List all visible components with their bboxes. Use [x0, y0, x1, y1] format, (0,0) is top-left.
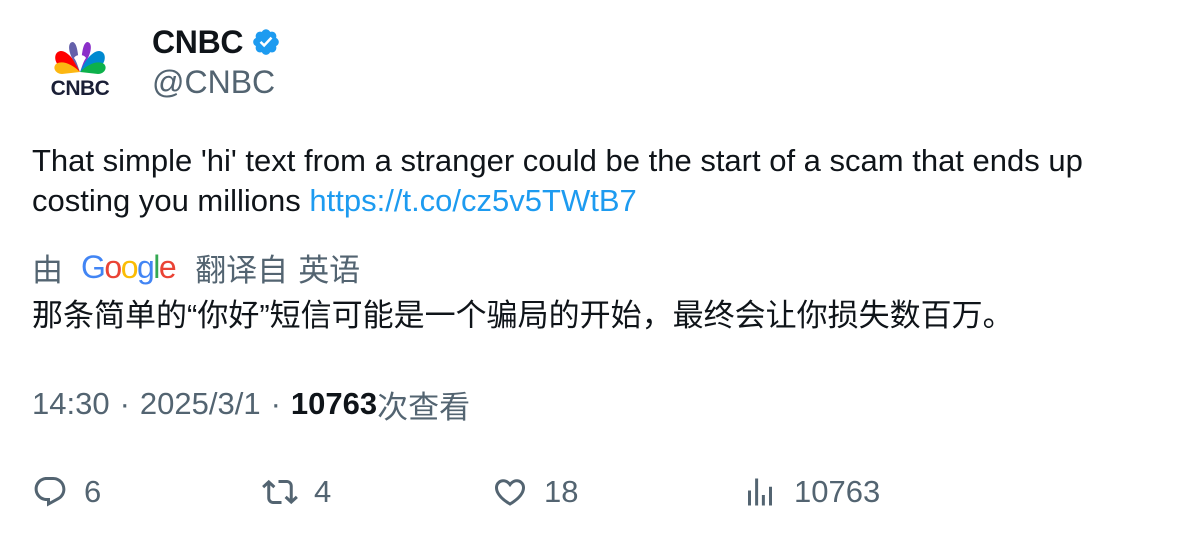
tweet-time[interactable]: 14:30	[32, 386, 110, 422]
translated-text: 那条简单的“你好”短信可能是一个骗局的开始，最终会让你损失数百万。	[32, 298, 1014, 333]
translated-by-label: 由	[32, 252, 63, 288]
analytics-icon	[748, 478, 772, 506]
retweet-count: 4	[314, 474, 332, 509]
reply-button[interactable]: 6	[32, 470, 101, 514]
meta-separator: ·	[119, 386, 130, 421]
like-count: 18	[544, 474, 579, 509]
views-count: 10763	[290, 386, 378, 421]
heart-icon	[494, 479, 526, 506]
views-button[interactable]: 10763	[742, 470, 880, 514]
tweet-text: That simple 'hi' text from a stranger co…	[32, 141, 1152, 221]
translation-attribution: 由 Google 翻译自 英语	[32, 247, 361, 288]
avatar-logo-text: CNBC	[50, 77, 110, 100]
avatar[interactable]: CNBC	[32, 20, 128, 116]
google-logo: Google	[81, 248, 177, 285]
display-name-row: CNBC	[152, 22, 281, 62]
author-names: CNBC @CNBC	[152, 22, 281, 101]
cnbc-peacock-logo-icon	[54, 42, 106, 74]
reply-icon	[34, 477, 66, 507]
like-button[interactable]: 18	[492, 470, 578, 514]
tweet-meta: 14:30 · 2025/3/1 · 10763 次查看	[32, 384, 471, 425]
display-name[interactable]: CNBC	[152, 24, 244, 61]
meta-separator: ·	[270, 386, 281, 421]
views-action-count: 10763	[794, 474, 881, 509]
views-label: 次查看	[377, 389, 471, 425]
tweet-date[interactable]: 2025/3/1	[140, 386, 261, 422]
retweet-button[interactable]: 4	[262, 470, 331, 514]
source-language: 英语	[298, 252, 361, 288]
reply-count: 6	[84, 474, 102, 509]
retweet-icon	[262, 479, 298, 505]
verified-badge-icon[interactable]	[251, 27, 281, 57]
handle[interactable]: @CNBC	[152, 64, 281, 101]
tweet-link[interactable]: https://t.co/cz5v5TWtB7	[309, 183, 636, 218]
tweet-header: CNBC CNBC @CNBC	[32, 20, 281, 120]
action-bar: 6 4 18 10763	[32, 470, 1182, 514]
translated-from-label: 翻译自	[195, 252, 289, 288]
